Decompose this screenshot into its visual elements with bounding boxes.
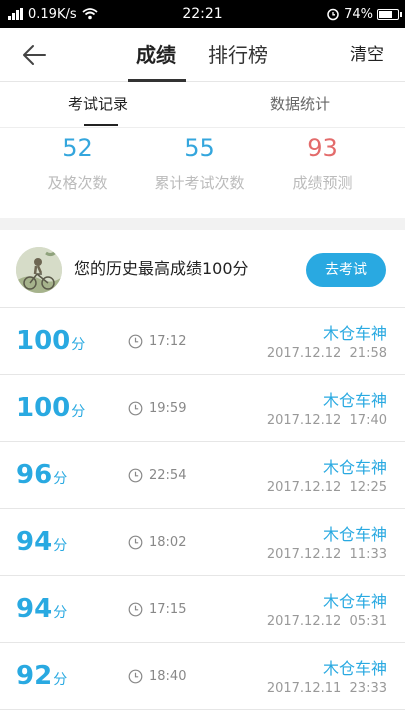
stats-panel: 52 及格次数 55 累计考试次数 93 成绩预测 — [0, 128, 405, 218]
record-duration: 17:12 — [149, 334, 187, 349]
stat-label: 成绩预测 — [292, 174, 353, 192]
sub-tabs: 考试记录 数据统计 — [0, 82, 405, 128]
stat-value: 55 — [184, 134, 215, 162]
active-subtab-indicator — [84, 124, 118, 126]
record-user-name: 木仓车神 — [322, 391, 387, 410]
record-score-value: 94 — [16, 527, 53, 557]
record-duration: 18:40 — [149, 669, 187, 684]
battery-percent: 74% — [344, 6, 373, 22]
record-score-unit: 分 — [53, 605, 68, 621]
record-date: 2017.12.12 17:40 — [266, 413, 387, 428]
record-date: 2017.12.12 05:31 — [266, 614, 387, 629]
record-score-value: 100 — [16, 326, 71, 356]
list-item[interactable]: 92分 18:40 木仓车神 2017.12.11 23:33 — [0, 643, 405, 710]
alarm-icon — [327, 8, 339, 21]
record-score: 100分 — [16, 326, 85, 356]
clock-icon — [128, 401, 143, 416]
record-score-unit: 分 — [53, 471, 68, 487]
exam-record-list: 100分 17:12 木仓车神 2017.12.12 21:58 100分 19… — [0, 308, 405, 710]
tab-score[interactable]: 成绩 — [136, 28, 176, 82]
stat-value: 93 — [307, 134, 338, 162]
record-score-value: 94 — [16, 594, 53, 624]
record-score-value: 100 — [16, 393, 71, 423]
record-score: 100分 — [16, 393, 85, 423]
list-item[interactable]: 96分 22:54 木仓车神 2017.12.12 12:25 — [0, 442, 405, 509]
record-score-unit: 分 — [71, 337, 86, 353]
record-user-name: 木仓车神 — [322, 324, 387, 343]
clock-icon — [128, 669, 143, 684]
clock-icon — [128, 334, 143, 349]
record-score-value: 96 — [16, 460, 53, 490]
clock-icon — [128, 468, 143, 483]
record-user-name: 木仓车神 — [322, 659, 387, 678]
stat-label: 及格次数 — [47, 174, 108, 192]
back-arrow-icon[interactable] — [20, 40, 50, 70]
subtab-data-statistics[interactable]: 数据统计 — [270, 82, 330, 126]
list-item[interactable]: 94分 18:02 木仓车神 2017.12.12 11:33 — [0, 509, 405, 576]
list-item[interactable]: 94分 17:15 木仓车神 2017.12.12 05:31 — [0, 576, 405, 643]
list-item[interactable]: 100分 19:59 木仓车神 2017.12.12 17:40 — [0, 375, 405, 442]
tab-ranking[interactable]: 排行榜 — [208, 28, 268, 82]
clock-icon — [128, 535, 143, 550]
record-score: 94分 — [16, 594, 67, 624]
record-score-unit: 分 — [71, 404, 86, 420]
stat-value: 52 — [62, 134, 93, 162]
record-duration: 22:54 — [149, 468, 187, 483]
stat-label: 累计考试次数 — [154, 174, 245, 192]
record-score-unit: 分 — [53, 538, 68, 554]
status-right: 74% — [326, 0, 402, 28]
record-score-unit: 分 — [53, 672, 68, 688]
record-date: 2017.12.12 21:58 — [266, 346, 387, 361]
section-divider — [0, 218, 405, 230]
top-nav: 成绩 排行榜 清空 — [0, 28, 405, 82]
record-score: 94分 — [16, 527, 67, 557]
list-item[interactable]: 100分 17:12 木仓车神 2017.12.12 21:58 — [0, 308, 405, 375]
record-user-name: 木仓车神 — [322, 525, 387, 544]
record-score-value: 92 — [16, 661, 53, 691]
record-score: 96分 — [16, 460, 67, 490]
avatar[interactable] — [16, 247, 62, 293]
stat-pass-count: 52 及格次数 — [10, 132, 145, 193]
battery-icon — [377, 8, 402, 20]
record-date: 2017.12.11 23:33 — [266, 681, 387, 696]
best-score-text: 您的历史最高成绩100分 — [74, 259, 249, 278]
record-user-name: 木仓车神 — [322, 592, 387, 611]
best-score-row: 您的历史最高成绩100分 去考试 — [0, 230, 405, 308]
battery-fill — [379, 10, 392, 18]
stat-total-exams: 55 累计考试次数 — [132, 132, 267, 193]
record-duration: 18:02 — [149, 535, 187, 550]
subtab-exam-records[interactable]: 考试记录 — [68, 82, 128, 126]
avatar-image — [16, 247, 62, 293]
record-duration: 19:59 — [149, 401, 187, 416]
record-score: 92分 — [16, 661, 67, 691]
go-exam-button[interactable]: 去考试 — [306, 253, 386, 287]
record-date: 2017.12.12 12:25 — [266, 480, 387, 495]
status-bar: 0.19K/s 22:21 74% — [0, 0, 405, 28]
record-date: 2017.12.12 11:33 — [266, 547, 387, 562]
stat-score-prediction: 93 成绩预测 — [255, 132, 390, 193]
record-user-name: 木仓车神 — [322, 458, 387, 477]
clock-icon — [128, 602, 143, 617]
record-duration: 17:15 — [149, 602, 187, 617]
clear-button[interactable]: 清空 — [350, 28, 384, 82]
